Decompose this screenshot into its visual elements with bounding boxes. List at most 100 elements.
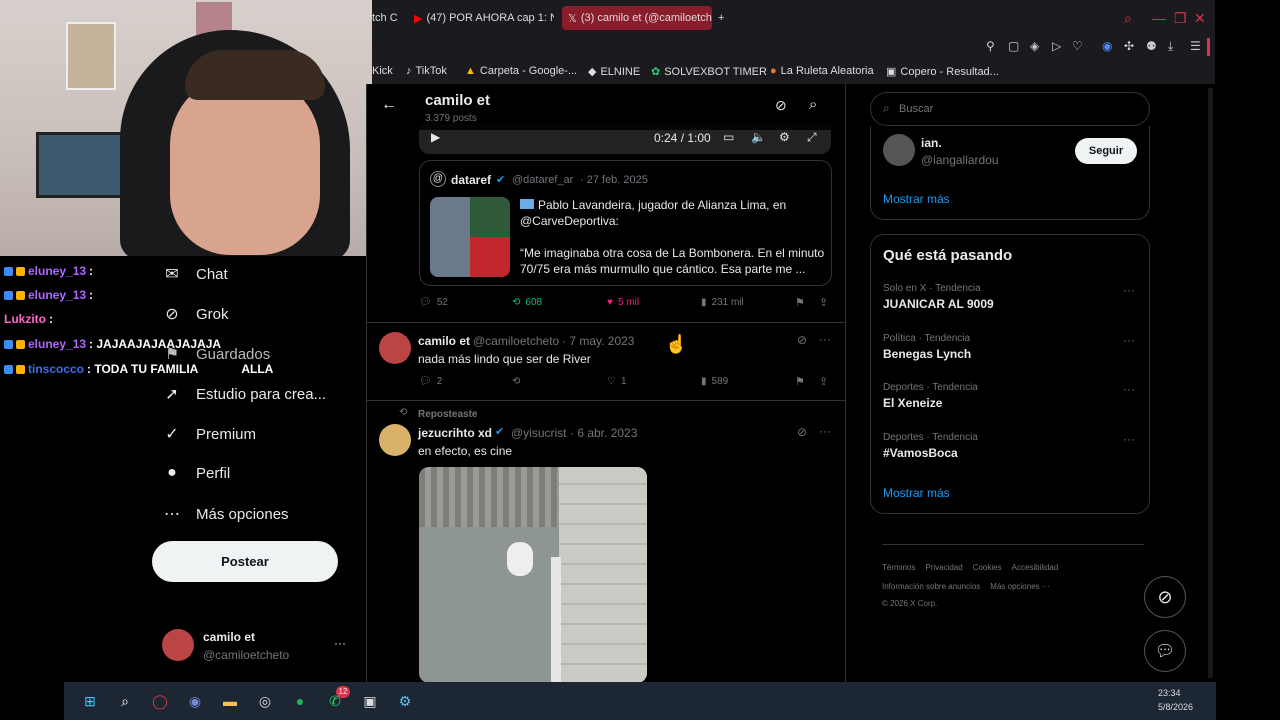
settings-icon[interactable]: ⚙ — [779, 130, 790, 144]
tweet-handle[interactable]: @camiloetcheto — [473, 334, 559, 348]
quote-card[interactable]: @ dataref ✔ @dataref_ar · 27 feb. 2025 P… — [419, 160, 832, 286]
search-icon[interactable]: ⌕ — [1124, 10, 1132, 27]
tweet-media-image[interactable] — [419, 467, 647, 682]
wifi-icon[interactable]: ◉ — [1102, 39, 1112, 53]
close-icon[interactable]: ✕ — [1194, 10, 1206, 27]
post-button[interactable]: Postear — [152, 541, 338, 582]
obs-icon[interactable]: ◎ — [255, 691, 275, 711]
follow-avatar[interactable] — [883, 134, 915, 166]
bookmark[interactable]: ▲ Carpeta - Google-... — [465, 65, 577, 77]
bookmark[interactable]: Kick — [372, 65, 393, 77]
play-icon[interactable]: ▶ — [431, 130, 440, 144]
search-input[interactable]: ⌕ Buscar — [870, 92, 1150, 126]
search-icon[interactable]: ⌕ — [115, 691, 135, 711]
show-more-link[interactable]: Mostrar más — [883, 486, 950, 500]
trend-item[interactable]: Política · Tendencia Benegas Lynch — [883, 333, 971, 361]
like-button[interactable]: ♡ 1 — [607, 376, 627, 387]
grok-icon[interactable]: ⊘ — [775, 97, 787, 114]
nav-premium[interactable]: ✓ Premium — [162, 424, 256, 444]
fullscreen-icon[interactable]: ⤢ — [807, 130, 817, 145]
bookmark-icon[interactable]: ⚑ — [795, 375, 805, 388]
messages-fab-icon[interactable]: 💬︎ — [1144, 630, 1186, 672]
more-icon[interactable]: ··· — [1123, 432, 1135, 446]
maximize-icon[interactable]: ❐ — [1174, 10, 1187, 27]
footer-link[interactable]: Cookies — [973, 563, 1002, 572]
footer-link[interactable]: Privacidad — [925, 563, 962, 572]
minimize-icon[interactable]: — — [1152, 10, 1166, 26]
search-icon[interactable]: ⌕ — [809, 96, 817, 113]
nav-studio[interactable]: ➚ Estudio para crea... — [162, 384, 326, 404]
trend-item[interactable]: Deportes · Tendencia El Xeneize — [883, 382, 978, 410]
account-menu-icon[interactable]: ··· — [334, 636, 346, 650]
like-button[interactable]: ♥ 5 mil — [607, 297, 639, 308]
captions-icon[interactable]: ▭ — [723, 130, 734, 144]
share-icon[interactable]: ⇪ — [819, 375, 828, 388]
bookmark[interactable]: ▣ Copero - Resultad... — [886, 65, 999, 79]
follow-handle[interactable]: @iangallardou — [921, 153, 999, 167]
trend-item[interactable]: Solo en X · Tendencia JUANICAR AL 9009 — [883, 283, 994, 311]
tweet-author[interactable]: camilo et — [418, 334, 470, 348]
tweet-handle[interactable]: @yisucrist — [511, 426, 567, 440]
bookmark[interactable]: ♪ TikTok — [406, 65, 447, 77]
footer-link[interactable]: Más opciones ··· — [990, 582, 1050, 591]
share-icon[interactable]: ⇪ — [819, 296, 828, 309]
nav-more[interactable]: ⋯ Más opciones — [162, 504, 289, 524]
trend-item[interactable]: Deportes · Tendencia #VamosBoca — [883, 432, 978, 460]
bookmark[interactable]: ● La Ruleta Aleatoria — [770, 65, 874, 77]
play-icon[interactable]: ▷ — [1052, 39, 1061, 53]
more-icon[interactable]: ··· — [1123, 333, 1135, 347]
reply-button[interactable]: 💬︎ 52 — [419, 297, 448, 308]
scrollbar[interactable] — [1208, 88, 1213, 678]
grok-icon[interactable]: ⊘ — [797, 425, 807, 439]
screenshot-icon[interactable]: ▢ — [1008, 39, 1019, 53]
volume-icon[interactable]: 🔈 — [751, 130, 766, 144]
shield-icon[interactable]: ◈ — [1030, 39, 1039, 53]
tweet-avatar[interactable] — [379, 332, 411, 364]
more-icon[interactable]: ··· — [819, 424, 831, 438]
footer-link[interactable]: Términos — [882, 563, 915, 572]
new-tab-button[interactable]: + — [718, 6, 732, 30]
tweet-avatar[interactable] — [379, 424, 411, 456]
follow-button[interactable]: Seguir — [1075, 138, 1137, 164]
tab[interactable]: tch C — [372, 6, 408, 30]
tab[interactable]: ▶ (47) POR AHORA cap 1: No — [414, 6, 554, 30]
folder-icon[interactable]: ▬ — [220, 691, 240, 711]
extensions-icon[interactable]: ✣ — [1124, 39, 1134, 53]
tweet-date[interactable]: · 6 abr. 2023 — [570, 426, 637, 440]
windows-start-icon[interactable]: ⊞ — [80, 691, 100, 711]
more-icon[interactable]: ··· — [819, 332, 831, 346]
show-more-link[interactable]: Mostrar más — [883, 192, 950, 206]
pin-icon[interactable]: ⚲ — [986, 39, 995, 53]
bookmark-icon[interactable]: ⚑ — [795, 296, 805, 309]
bookmark[interactable]: ✿ SOLVEXBOT TIMER — [651, 65, 767, 79]
back-arrow-icon[interactable]: ← — [381, 96, 397, 114]
discord-icon[interactable]: ◉ — [185, 691, 205, 711]
nav-profile[interactable]: ● Perfil — [162, 464, 230, 482]
views-button[interactable]: ▮ 589 — [701, 376, 728, 387]
views-button[interactable]: ▮ 231 mil — [701, 297, 744, 308]
download-icon[interactable]: ⤓ — [1168, 39, 1173, 54]
bookmark[interactable]: ◆ ELNINE — [588, 65, 640, 79]
app-icon[interactable]: ▣ — [360, 691, 380, 711]
steam-icon[interactable]: ⚙ — [395, 691, 415, 711]
menu-icon[interactable]: ☰ — [1190, 39, 1201, 53]
spotify-icon[interactable]: ● — [290, 691, 310, 711]
repost-button[interactable]: ⟲ — [512, 376, 520, 387]
heart-icon[interactable]: ♡ — [1072, 39, 1083, 53]
nav-grok[interactable]: ⊘ Grok — [162, 304, 228, 324]
tweet-date[interactable]: · 7 may. 2023 — [562, 334, 634, 348]
follow-name[interactable]: ian. — [921, 136, 942, 150]
footer-link[interactable]: Accesibilidad — [1012, 563, 1059, 572]
quote-image[interactable] — [430, 197, 510, 277]
reply-button[interactable]: 💬︎ 2 — [419, 376, 442, 387]
grok-icon[interactable]: ⊘ — [797, 333, 807, 347]
more-icon[interactable]: ··· — [1123, 283, 1135, 297]
nav-chat[interactable]: ✉ Chat — [162, 264, 227, 284]
grok-fab-icon[interactable]: ⊘ — [1144, 576, 1186, 618]
profile-icon[interactable]: ⚉ — [1146, 39, 1157, 53]
more-icon[interactable]: ··· — [1123, 382, 1135, 396]
opera-icon[interactable]: ◯ — [150, 691, 170, 711]
repost-button[interactable]: ⟲ 608 — [512, 297, 542, 308]
footer-link[interactable]: Información sobre anuncios — [882, 582, 980, 591]
tab-active[interactable]: 𝕏 (3) camilo et (@camiloetche — [562, 6, 712, 30]
